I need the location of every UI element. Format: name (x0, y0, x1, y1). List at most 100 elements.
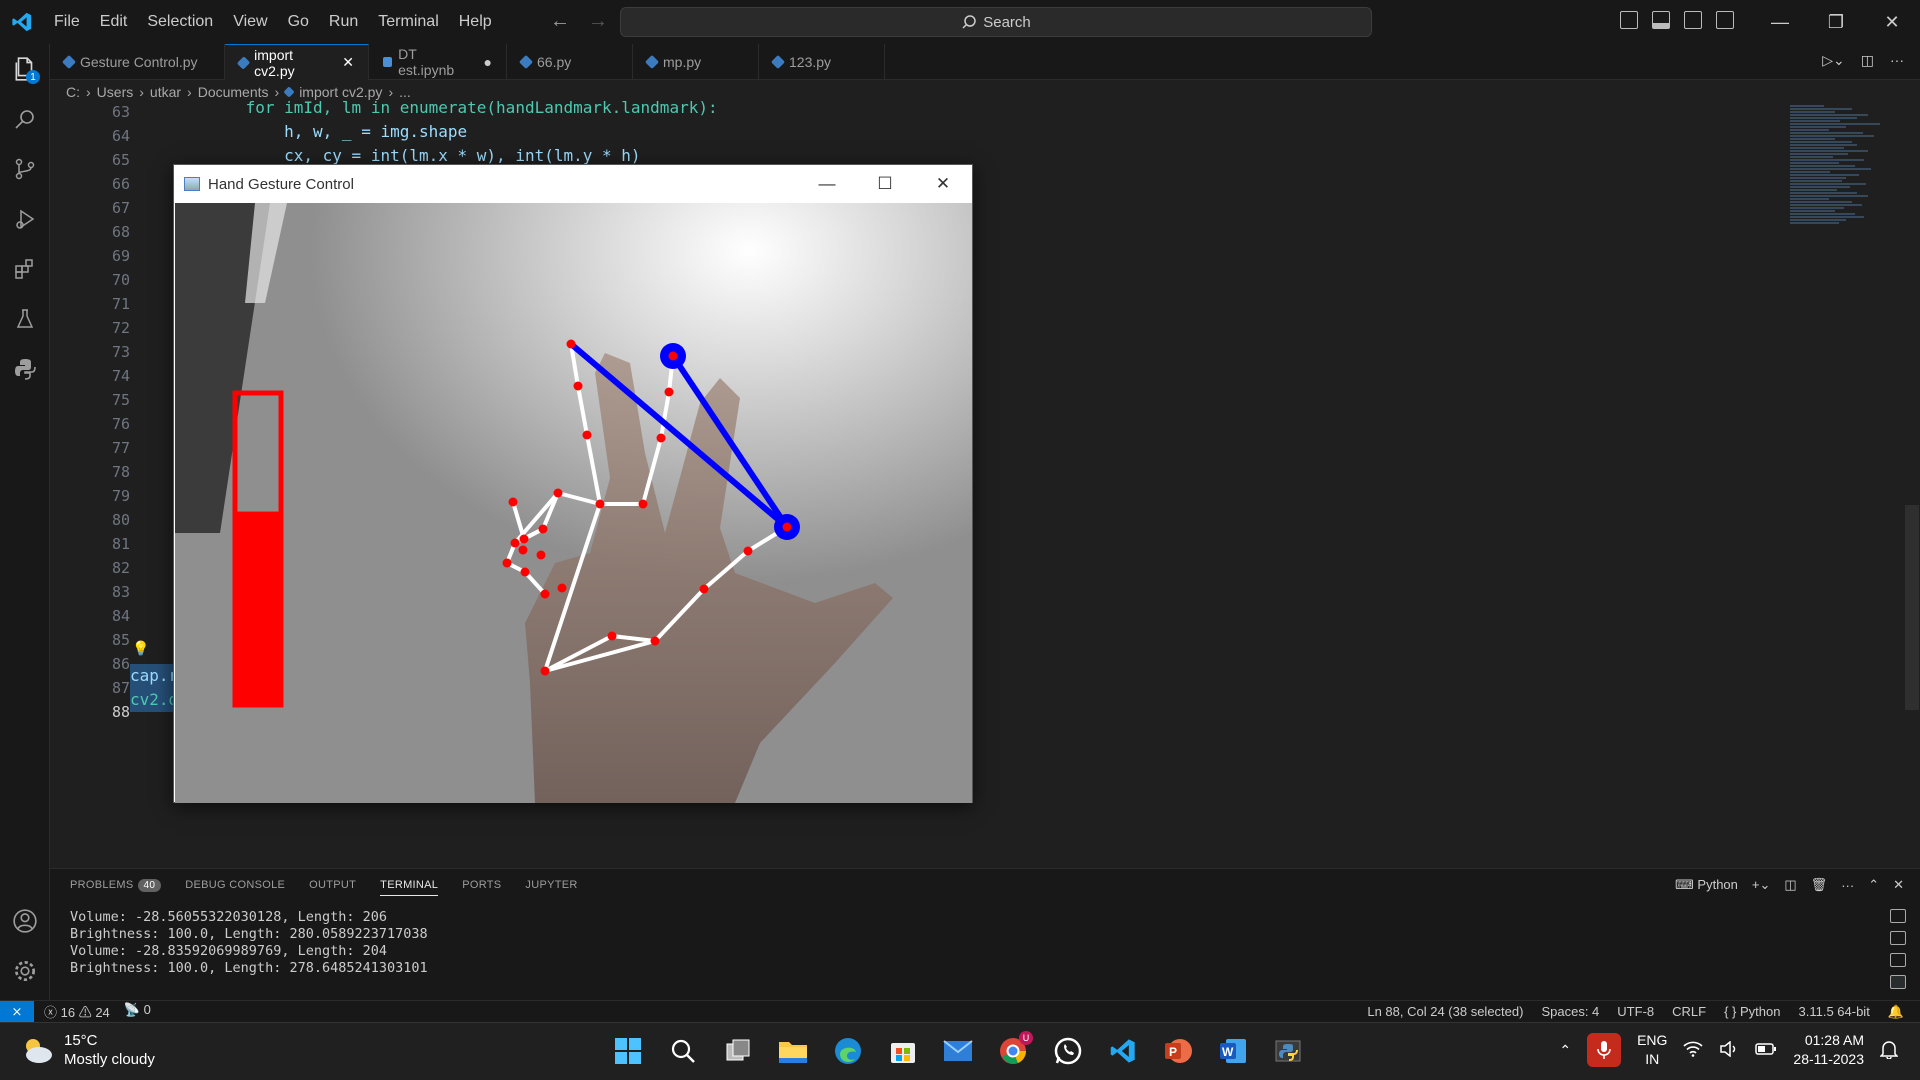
language-code: ENG (1637, 1032, 1668, 1048)
task-view-icon[interactable] (718, 1031, 758, 1071)
minimize-icon[interactable]: — (1752, 0, 1808, 44)
tab-123[interactable]: 123.py (759, 44, 885, 80)
trash-icon[interactable]: 🗑 (1811, 877, 1828, 893)
file-explorer-icon[interactable] (773, 1031, 813, 1071)
vscode-taskbar-icon[interactable] (1103, 1031, 1143, 1071)
microphone-in-use-icon[interactable] (1587, 1033, 1622, 1067)
ports-status[interactable]: 📡 0 (124, 1002, 151, 1021)
powerpoint-icon[interactable]: P (1158, 1031, 1198, 1071)
tab-close-icon[interactable]: ✕ (342, 54, 354, 71)
tab-debug-console[interactable]: DEBUG CONSOLE (185, 879, 285, 896)
menu-help[interactable]: Help (449, 0, 502, 44)
edge-browser-icon[interactable] (828, 1031, 868, 1071)
breadcrumb-item[interactable]: C: (66, 84, 80, 100)
tab-jupyter[interactable]: JUPYTER (525, 879, 577, 896)
menu-run[interactable]: Run (319, 0, 368, 44)
menu-view[interactable]: View (223, 0, 277, 44)
tab-mp[interactable]: mp.py (633, 44, 759, 80)
menu-file[interactable]: File (44, 0, 90, 44)
more-icon[interactable]: ··· (1841, 878, 1854, 893)
unsaved-dot-icon[interactable]: ● (484, 54, 492, 70)
cv-maximize-icon[interactable]: ☐ (856, 165, 914, 203)
split-terminal-icon[interactable]: ◫ (1784, 877, 1796, 893)
restore-icon[interactable]: ❐ (1808, 0, 1864, 44)
terminal-instance-icon[interactable] (1890, 931, 1906, 945)
battery-icon[interactable] (1755, 1042, 1777, 1059)
notification-bell-icon[interactable] (1879, 1039, 1899, 1062)
tab-66[interactable]: 66.py (507, 44, 633, 80)
minimap[interactable] (1790, 104, 1902, 284)
extensions-icon[interactable] (0, 244, 50, 294)
maximize-panel-icon[interactable]: ⌃ (1868, 877, 1879, 893)
run-python-icon[interactable]: ▷⌄ (1822, 52, 1845, 69)
menu-edit[interactable]: Edit (90, 0, 138, 44)
tab-import-cv2[interactable]: import cv2.py ✕ (225, 44, 369, 80)
account-icon[interactable] (0, 896, 50, 946)
python-taskbar-icon[interactable] (1268, 1031, 1308, 1071)
source-control-icon[interactable] (0, 144, 50, 194)
testing-flask-icon[interactable] (0, 294, 50, 344)
close-panel-icon[interactable]: ✕ (1893, 877, 1904, 893)
hand-landmark (782, 522, 792, 532)
terminal-instance-icon[interactable] (1890, 953, 1906, 967)
tab-problems[interactable]: PROBLEMS 40 (70, 879, 162, 896)
show-hidden-icons-chevron-icon[interactable]: ⌃ (1559, 1042, 1571, 1059)
editor-scrollbar[interactable] (1905, 505, 1919, 710)
volume-icon[interactable] (1719, 1039, 1739, 1060)
breadcrumb-item[interactable]: Users (97, 84, 134, 100)
cv-close-icon[interactable]: ✕ (914, 165, 972, 203)
code-lines[interactable]: for imId, lm in enumerate(handLandmark.l… (130, 96, 718, 168)
problems-status[interactable]: ⓧ 16 ⚠ 24 (44, 1002, 110, 1021)
more-actions-icon[interactable]: ··· (1890, 52, 1904, 69)
notifications-bell-icon[interactable]: 🔔 (1888, 1004, 1904, 1020)
toggle-secondary-sidebar-icon[interactable] (1684, 11, 1702, 29)
language-mode[interactable]: { } Python (1724, 1004, 1780, 1020)
explorer-icon[interactable]: 1 (0, 44, 50, 94)
windows-start-icon[interactable] (608, 1031, 648, 1071)
split-editor-icon[interactable]: ◫ (1861, 52, 1874, 69)
menu-terminal[interactable]: Terminal (368, 0, 448, 44)
lightbulb-icon[interactable]: 💡 (132, 640, 149, 657)
cv-window-title: Hand Gesture Control (208, 175, 354, 193)
wifi-icon[interactable] (1683, 1041, 1703, 1060)
tab-dt-est[interactable]: DT est.ipynb ● (369, 44, 507, 80)
tab-gesture-control[interactable]: Gesture Control.py (50, 44, 225, 80)
menu-selection[interactable]: Selection (137, 0, 223, 44)
word-icon[interactable]: W (1213, 1031, 1253, 1071)
menu-go[interactable]: Go (278, 0, 319, 44)
tab-output[interactable]: OUTPUT (309, 879, 356, 896)
cv-minimize-icon[interactable]: — (798, 165, 856, 203)
tab-terminal[interactable]: TERMINAL (380, 879, 439, 896)
indentation[interactable]: Spaces: 4 (1541, 1004, 1599, 1020)
manage-gear-icon[interactable] (0, 946, 50, 996)
search-view-icon[interactable] (0, 94, 50, 144)
command-center-search[interactable]: Search (620, 7, 1372, 37)
back-arrow-icon[interactable]: ← (550, 10, 570, 33)
taskbar-search-icon[interactable] (663, 1031, 703, 1071)
cursor-position[interactable]: Ln 88, Col 24 (38 selected) (1367, 1004, 1523, 1020)
whatsapp-icon[interactable] (1048, 1031, 1088, 1071)
microsoft-store-icon[interactable] (883, 1031, 923, 1071)
close-icon[interactable]: ✕ (1864, 0, 1920, 44)
remote-indicator-icon[interactable]: ⨯ (0, 1000, 34, 1023)
end-of-line[interactable]: CRLF (1672, 1004, 1706, 1020)
terminal-instance-icon[interactable] (1890, 909, 1906, 923)
toggle-panel-icon[interactable] (1652, 11, 1670, 29)
customize-layout-icon[interactable] (1716, 11, 1734, 29)
encoding[interactable]: UTF-8 (1617, 1004, 1654, 1020)
python-extension-icon[interactable] (0, 344, 50, 394)
terminal-output[interactable]: Volume: -28.56055322030128, Length: 206 … (70, 909, 428, 977)
forward-arrow-icon[interactable]: → (588, 10, 608, 33)
chrome-icon[interactable]: U (993, 1031, 1033, 1071)
toggle-primary-sidebar-icon[interactable] (1620, 11, 1638, 29)
terminal-shell-selector[interactable]: ⌨ Python (1675, 877, 1738, 893)
tab-ports[interactable]: PORTS (462, 879, 501, 896)
weather-widget[interactable]: 15°C Mostly cloudy (20, 1031, 155, 1069)
run-debug-icon[interactable] (0, 194, 50, 244)
input-language[interactable]: ENG IN (1637, 1031, 1667, 1069)
clock[interactable]: 01:28 AM 28-11-2023 (1793, 1031, 1864, 1069)
python-interpreter[interactable]: 3.11.5 64-bit (1799, 1004, 1870, 1020)
new-terminal-icon[interactable]: +⌄ (1752, 877, 1770, 893)
mail-icon[interactable] (938, 1031, 978, 1071)
terminal-instance-icon[interactable] (1890, 975, 1906, 989)
